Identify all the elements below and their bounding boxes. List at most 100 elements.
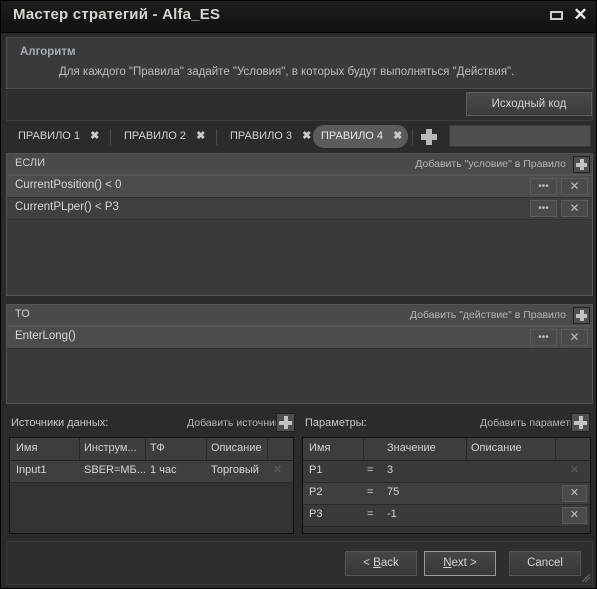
footer-bar: < Back Next > Cancel xyxy=(6,541,593,585)
add-source-button[interactable] xyxy=(276,413,295,432)
add-condition-label: Добавить "условие" в Правило xyxy=(415,158,566,170)
cell-equals: = xyxy=(367,486,374,498)
minimize-icon xyxy=(550,11,563,20)
condition-delete-button[interactable]: ✕ xyxy=(561,200,588,217)
data-sources-title: Источники данных: xyxy=(11,417,109,429)
resize-grip[interactable] xyxy=(578,571,591,583)
action-delete-button[interactable]: ✕ xyxy=(561,329,588,346)
minimize-button[interactable] xyxy=(549,8,566,25)
tab-divider xyxy=(216,129,217,145)
tab-label: ПРАВИЛО 1 xyxy=(18,130,81,142)
add-condition-button[interactable] xyxy=(573,156,590,173)
conditions-list: CurrentPosition() < 0 ••• ✕ CurrentPLper… xyxy=(6,175,593,296)
column-header-name: Имя xyxy=(309,442,331,454)
add-source-label: Добавить источник xyxy=(187,417,280,429)
cell-equals: = xyxy=(367,508,374,520)
then-section-header: ТО Добавить "действие" в Правило xyxy=(6,304,593,326)
condition-delete-button[interactable]: ✕ xyxy=(561,178,588,195)
tab-label: ПРАВИЛО 3 xyxy=(230,130,293,142)
tab-divider xyxy=(110,129,111,145)
tab-label: ПРАВИЛО 4 xyxy=(321,130,384,142)
cell-name: Input1 xyxy=(16,464,47,476)
next-button[interactable]: Next > xyxy=(424,551,496,576)
tab-close-icon[interactable]: ✖ xyxy=(90,125,99,148)
cell-timeframe: 1 час xyxy=(150,464,177,476)
add-parameter-button[interactable] xyxy=(571,413,590,432)
column-divider xyxy=(555,438,556,460)
column-header-value: Значение xyxy=(387,442,436,454)
back-accelerator: B xyxy=(373,557,381,569)
delete-parameter-button[interactable]: ✕ xyxy=(562,463,587,480)
condition-edit-button[interactable]: ••• xyxy=(530,178,557,195)
tab-close-icon[interactable]: ✖ xyxy=(393,125,402,148)
cell-param-value: 3 xyxy=(387,464,394,476)
algorithm-title: Алгоритм xyxy=(20,46,76,58)
column-header-timeframe: ТФ xyxy=(150,442,165,454)
cancel-button[interactable]: Cancel xyxy=(509,551,581,576)
column-divider xyxy=(267,438,268,460)
next-accelerator: N xyxy=(443,557,452,569)
close-button[interactable]: ✕ xyxy=(572,5,589,25)
source-code-button[interactable]: Исходный код xyxy=(466,92,592,116)
cell-equals: = xyxy=(367,464,374,476)
tab-close-icon[interactable]: ✖ xyxy=(196,125,205,148)
cell-param-name: P2 xyxy=(309,486,323,498)
tab-label: ПРАВИЛО 2 xyxy=(124,130,187,142)
add-rule-tab-button[interactable] xyxy=(421,129,437,145)
actions-list: EnterLong() ••• ✕ xyxy=(6,326,593,404)
table-row[interactable]: P3 = -1 ✕ xyxy=(303,505,590,527)
parameters-title: Параметры: xyxy=(305,417,367,429)
cell-param-name: P3 xyxy=(309,508,323,520)
tab-close-icon[interactable]: ✖ xyxy=(302,125,311,148)
add-action-button[interactable] xyxy=(573,307,590,324)
column-header-description: Описание xyxy=(471,442,522,454)
tab-divider xyxy=(412,129,413,145)
tab-rule-2[interactable]: ПРАВИЛО 2 ✖ xyxy=(116,125,212,148)
column-divider xyxy=(79,438,80,460)
condition-row[interactable]: CurrentPosition() < 0 ••• ✕ xyxy=(7,176,592,198)
condition-edit-button[interactable]: ••• xyxy=(530,200,557,217)
column-divider xyxy=(363,438,364,460)
cell-instrument: SBER=МБ... xyxy=(84,464,146,476)
column-divider xyxy=(145,438,146,460)
if-section-header: ЕСЛИ Добавить "условие" в Правило xyxy=(6,153,593,175)
column-header-instrument: Инструм... xyxy=(84,442,137,454)
action-edit-button[interactable]: ••• xyxy=(530,329,557,346)
if-section-label: ЕСЛИ xyxy=(15,157,46,169)
strategy-wizard-window: Мастер стратегий - Alfa_ES ✕ Алгоритм Дл… xyxy=(0,0,597,589)
rule-name-input[interactable] xyxy=(449,125,591,147)
tab-rule-3[interactable]: ПРАВИЛО 3 ✖ xyxy=(222,125,318,148)
table-row[interactable]: P1 = 3 ✕ xyxy=(303,461,590,483)
add-action-label: Добавить "действие" в Правило xyxy=(409,309,566,321)
condition-text: CurrentPosition() < 0 xyxy=(15,179,122,191)
action-row[interactable]: EnterLong() ••• ✕ xyxy=(7,327,592,349)
parameters-header-row: Имя Значение Описание xyxy=(303,438,590,461)
back-button[interactable]: < Back xyxy=(345,551,417,576)
title-bar: Мастер стратегий - Alfa_ES ✕ xyxy=(1,1,596,33)
then-section-label: ТО xyxy=(15,308,30,320)
cell-param-name: P1 xyxy=(309,464,323,476)
window-title: Мастер стратегий - Alfa_ES xyxy=(13,6,221,23)
table-row[interactable]: Input1 SBER=МБ... 1 час Торговый ✕ xyxy=(10,461,293,483)
action-text: EnterLong() xyxy=(15,330,76,342)
delete-source-button[interactable]: ✕ xyxy=(265,463,290,480)
table-row[interactable]: P2 = 75 ✕ xyxy=(303,483,590,505)
condition-text: CurrentPLper() < P3 xyxy=(15,201,119,213)
column-header-name: Имя xyxy=(16,442,38,454)
algorithm-description: Для каждого "Правила" задайте "Условия",… xyxy=(59,66,515,78)
column-header-description: Описание xyxy=(211,442,262,454)
delete-parameter-button[interactable]: ✕ xyxy=(562,485,587,502)
cell-description: Торговый xyxy=(211,464,259,476)
data-sources-grid: Имя Инструм... ТФ Описание Input1 SBER=М… xyxy=(9,437,294,534)
tab-rule-1[interactable]: ПРАВИЛО 1 ✖ xyxy=(10,125,106,148)
delete-parameter-button[interactable]: ✕ xyxy=(562,507,587,524)
parameters-grid: Имя Значение Описание P1 = 3 ✕ P2 = 75 ✕… xyxy=(302,437,591,534)
tab-rule-4[interactable]: ПРАВИЛО 4 ✖ xyxy=(313,125,408,148)
cell-param-value: 75 xyxy=(387,486,400,498)
close-icon: ✕ xyxy=(573,5,588,24)
column-divider xyxy=(206,438,207,460)
rule-tab-strip: ПРАВИЛО 1 ✖ ПРАВИЛО 2 ✖ ПРАВИЛО 3 ✖ ПРАВ… xyxy=(6,122,593,152)
condition-row[interactable]: CurrentPLper() < P3 ••• ✕ xyxy=(7,198,592,220)
add-parameter-label: Добавить параметр xyxy=(480,417,576,429)
algorithm-panel: Алгоритм Для каждого "Правила" задайте "… xyxy=(6,37,593,89)
